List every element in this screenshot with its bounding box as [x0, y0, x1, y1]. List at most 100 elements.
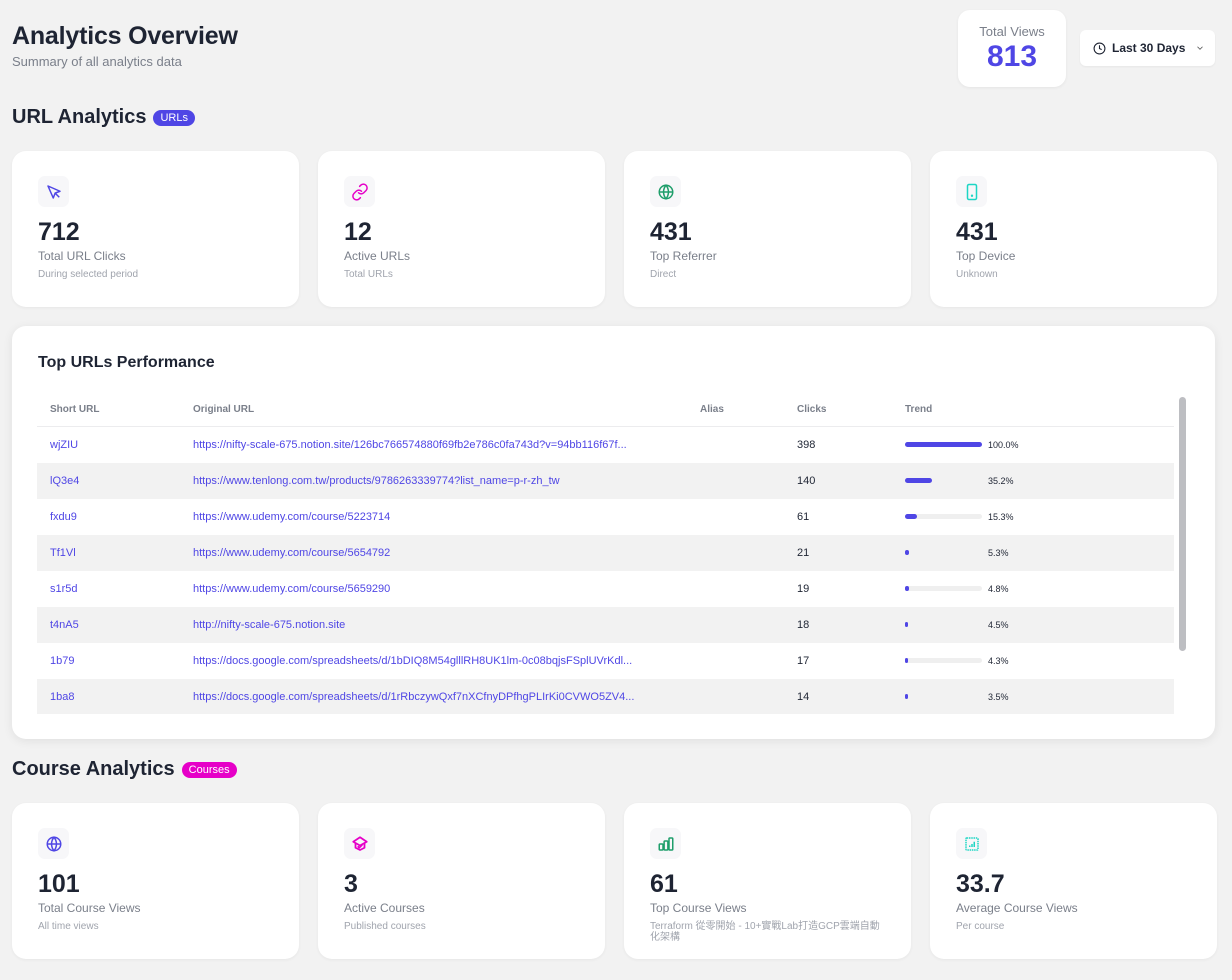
stat-value: 61 — [650, 870, 678, 898]
stat-label: Top Course Views — [650, 900, 747, 915]
stat-value: 3 — [344, 870, 358, 898]
page-subtitle: Summary of all analytics data — [12, 54, 182, 69]
stat-sub: Unknown — [956, 268, 998, 280]
clicks-cell: 398 — [797, 438, 816, 451]
cursor-icon — [46, 184, 61, 199]
trend-bar-track — [905, 586, 982, 591]
stat-card-active-urls: 12 Active URLs Total URLs — [318, 151, 605, 307]
trend-bar-track — [905, 478, 982, 483]
stat-sub: During selected period — [38, 268, 139, 280]
stat-label: Average Course Views — [956, 900, 1078, 915]
stat-sub: Per course — [956, 920, 1005, 932]
stat-label: Active URLs — [344, 248, 411, 263]
trend-bar-track — [905, 622, 982, 627]
alias-cell — [687, 534, 784, 571]
original-url-link[interactable]: https://nifty-scale-675.notion.site/126b… — [180, 426, 687, 463]
date-range-label: Last 30 Days — [1112, 41, 1186, 55]
trend-cell: 35.2% — [892, 462, 1174, 499]
chart-square-icon — [964, 836, 979, 851]
trend-bar-fill — [905, 478, 933, 483]
stat-value: 712 — [38, 218, 80, 246]
alias-cell — [687, 426, 784, 463]
trend-bar-track — [905, 442, 982, 447]
graduation-cap-icon — [351, 835, 368, 851]
table-scrollbar[interactable] — [1179, 397, 1186, 651]
date-range-dropdown[interactable]: Last 30 Days — [1080, 30, 1215, 66]
stat-card-total-course-views: 101 Total Course Views All time views — [12, 803, 299, 959]
table-header-row: Short URL Original URL Alias Clicks Tren… — [37, 394, 1174, 427]
original-url-link[interactable]: https://docs.google.com/spreadsheets/d/1… — [180, 643, 687, 679]
trend-percent: 15.3% — [988, 511, 1014, 522]
short-url-link[interactable]: 1b79 — [37, 643, 180, 679]
url-analytics-title: URL Analytics — [12, 106, 147, 128]
course-analytics-heading: Course Analytics Courses — [12, 758, 237, 781]
column-header-clicks: Clicks — [784, 394, 892, 427]
original-url-link[interactable]: https://www.udemy.com/course/5223714 — [180, 499, 687, 535]
table-row: fxdu9 https://www.udemy.com/course/522371… — [37, 499, 1174, 535]
original-url-link[interactable]: https://www.tenlong.com.tw/products/9786… — [180, 462, 687, 499]
stat-card-average-course-views: 33.7 Average Course Views Per course — [930, 803, 1217, 959]
table-row: 1ba8 https://docs.google.com/spreadsheets… — [37, 678, 1174, 715]
stat-sub: Direct — [650, 268, 677, 280]
trend-cell: 100.0% — [892, 426, 1174, 463]
top-urls-table: Short URL Original URL Alias Clicks Tren… — [37, 394, 1174, 714]
stat-value: 101 — [38, 870, 80, 898]
globe-icon — [46, 835, 61, 852]
stat-card-total-url-clicks: 712 Total URL Clicks During selected per… — [12, 151, 299, 307]
link-icon — [351, 182, 368, 201]
clock-icon — [1093, 42, 1106, 54]
total-views-label: Total Views — [979, 24, 1045, 39]
alias-cell — [687, 643, 784, 679]
short-url-link[interactable]: wjZIU — [37, 426, 180, 463]
trend-percent: 35.2% — [988, 475, 1014, 486]
stat-value: 12 — [344, 218, 372, 246]
url-analytics-heading: URL Analytics URLs — [12, 106, 195, 129]
stat-card-active-courses: 3 Active Courses Published courses — [318, 803, 605, 959]
device-icon — [966, 183, 977, 200]
table-row: wjZIU https://nifty-scale-675.notion.site… — [37, 426, 1174, 463]
trend-indicator: 100.0% — [905, 427, 1174, 463]
stat-value: 33.7 — [956, 870, 1005, 898]
top-urls-title: Top URLs Performance — [38, 354, 215, 371]
stat-label: Total URL Clicks — [38, 248, 126, 263]
trend-cell: 4.5% — [892, 606, 1174, 643]
original-url-link[interactable]: https://www.udemy.com/course/5654792 — [180, 534, 687, 571]
clicks-cell: 14 — [784, 678, 892, 714]
trend-indicator: 15.3% — [905, 499, 1174, 535]
trend-percent: 4.3% — [988, 655, 1009, 666]
trend-indicator: 5.3% — [905, 535, 1174, 571]
trend-indicator: 3.5% — [905, 679, 1174, 715]
table-row: lQ3e4 https://www.tenlong.com.tw/products… — [37, 462, 1174, 499]
trend-bar-fill — [905, 694, 908, 699]
trend-percent: 3.5% — [988, 691, 1009, 702]
short-url-link[interactable]: 1ba8 — [37, 678, 180, 714]
stat-label: Top Referrer — [650, 248, 717, 263]
original-url-link[interactable]: https://docs.google.com/spreadsheets/d/1… — [180, 678, 687, 714]
trend-cell: 3.5% — [892, 678, 1174, 715]
stat-sub: All time views — [38, 920, 99, 932]
clicks-cell: 140 — [784, 462, 892, 499]
stat-label: Total Course Views — [38, 900, 141, 915]
stat-value: 431 — [650, 218, 692, 246]
trend-cell: 4.8% — [892, 571, 1174, 607]
clicks-cell: 21 — [784, 534, 892, 571]
stat-label: Top Device — [956, 248, 1016, 263]
trend-bar-track — [905, 550, 982, 555]
trend-indicator: 4.5% — [905, 607, 1174, 643]
stat-sub: Total URLs — [344, 268, 393, 280]
stat-sub: Terraform 從零開始 - 10+實戰Lab打造GCP雲端自動化架構 — [650, 920, 880, 943]
original-url-link[interactable]: http://nifty-scale-675.notion.site — [180, 606, 687, 643]
alias-cell — [687, 606, 784, 643]
trend-bar-track — [905, 658, 982, 663]
table-row: s1r5d https://www.udemy.com/course/565929… — [37, 571, 1174, 607]
column-header-original-url: Original URL — [180, 394, 687, 427]
trend-cell: 5.3% — [892, 534, 1174, 571]
short-url-link[interactable]: Tf1Vl — [37, 534, 180, 571]
original-url-link[interactable]: https://www.udemy.com/course/5659290 — [180, 571, 687, 607]
short-url-link[interactable]: fxdu9 — [37, 499, 180, 535]
short-url-link[interactable]: t4nA5 — [37, 606, 180, 643]
short-url-link[interactable]: s1r5d — [37, 571, 180, 607]
globe-icon — [658, 183, 673, 200]
table-row: 1b79 https://docs.google.com/spreadsheets… — [37, 643, 1174, 679]
short-url-link[interactable]: lQ3e4 — [37, 462, 180, 499]
